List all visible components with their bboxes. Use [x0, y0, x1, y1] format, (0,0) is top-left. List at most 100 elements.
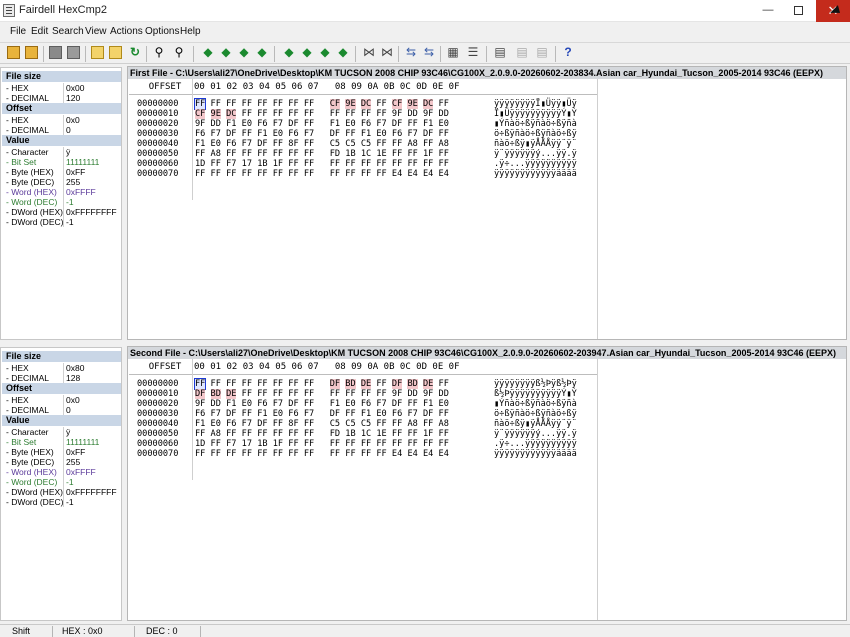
hex-byte[interactable]: FF — [423, 139, 433, 149]
hex-byte[interactable]: FF — [304, 379, 314, 389]
menu-search[interactable]: Search — [52, 26, 84, 37]
hex-byte[interactable]: FF — [439, 439, 449, 449]
hex-byte[interactable]: FF — [361, 169, 371, 179]
hex-byte[interactable]: FF — [304, 99, 314, 109]
hex-byte[interactable]: FF — [211, 449, 221, 459]
nav-down-icon[interactable]: ◆ — [300, 45, 314, 59]
hex-byte[interactable]: F7 — [407, 129, 417, 139]
hex-byte[interactable]: FF — [257, 149, 267, 159]
hex-byte[interactable]: FF — [257, 109, 267, 119]
hex-byte[interactable]: F7 — [376, 119, 386, 129]
hex-byte[interactable]: FF — [304, 389, 314, 399]
hex-byte[interactable]: FF — [288, 109, 298, 119]
hex-byte[interactable]: F7 — [304, 129, 314, 139]
hex-byte[interactable]: DD — [407, 389, 417, 399]
hex-byte[interactable]: F1 — [195, 419, 205, 429]
hex-byte[interactable]: FF — [288, 389, 298, 399]
hex-byte[interactable]: F1 — [330, 119, 340, 129]
hex-byte[interactable]: C5 — [345, 419, 355, 429]
hex-byte[interactable]: FF — [361, 389, 371, 399]
hex-byte[interactable]: E0 — [242, 119, 252, 129]
hex-byte[interactable]: F7 — [211, 129, 221, 139]
hex-byte[interactable]: F6 — [195, 409, 205, 419]
hex-byte[interactable]: FF — [211, 439, 221, 449]
hex-byte[interactable]: E4 — [392, 449, 402, 459]
hex-byte[interactable]: DF — [330, 129, 340, 139]
menu-options[interactable]: Options — [145, 26, 179, 37]
hex-byte[interactable]: DF — [226, 129, 236, 139]
hex-byte[interactable]: FF — [439, 409, 449, 419]
hex-byte[interactable]: F7 — [304, 409, 314, 419]
hex-byte[interactable]: F1 — [257, 129, 267, 139]
hex-byte[interactable]: F7 — [376, 399, 386, 409]
hex-byte[interactable]: FF — [439, 379, 449, 389]
hex-byte[interactable]: FF — [330, 449, 340, 459]
hex-byte[interactable]: FF — [392, 139, 402, 149]
hex-byte[interactable]: FF — [361, 439, 371, 449]
hex-byte[interactable]: FF — [345, 129, 355, 139]
hex-byte[interactable]: E4 — [439, 449, 449, 459]
hex-byte[interactable]: FF — [304, 399, 314, 409]
hex-byte[interactable]: DF — [226, 409, 236, 419]
hex-byte[interactable]: FF — [304, 109, 314, 119]
hex-byte[interactable]: FF — [242, 129, 252, 139]
hex-byte[interactable]: E0 — [439, 119, 449, 129]
hex-byte[interactable]: F1 — [330, 399, 340, 409]
hex-byte[interactable]: 1C — [361, 149, 371, 159]
hex-byte[interactable]: 9F — [195, 399, 205, 409]
hex-byte[interactable]: BD — [407, 379, 418, 389]
hex-byte[interactable]: FF — [193, 98, 207, 110]
hex-byte[interactable]: F1 — [423, 399, 433, 409]
hex-byte[interactable]: F7 — [407, 409, 417, 419]
hex-byte[interactable]: FF — [330, 159, 340, 169]
hex-byte[interactable]: 9E — [345, 99, 356, 109]
hex-byte[interactable]: F6 — [288, 129, 298, 139]
hex-byte[interactable]: DF — [423, 409, 433, 419]
hex-byte[interactable]: FF — [392, 419, 402, 429]
hex-byte[interactable]: FF — [288, 169, 298, 179]
hex-byte[interactable]: E0 — [273, 409, 283, 419]
hex-byte[interactable]: FF — [273, 429, 283, 439]
open-second-icon[interactable] — [25, 46, 38, 59]
hex-byte[interactable]: FF — [304, 429, 314, 439]
hex-byte[interactable]: FF — [257, 429, 267, 439]
hex-byte[interactable]: CF — [329, 99, 341, 109]
hex-byte[interactable]: 9F — [392, 389, 402, 399]
compare-alt-icon[interactable]: ⋈ — [380, 45, 394, 59]
hex-byte[interactable]: FF — [211, 379, 221, 389]
sync-right-icon[interactable]: ⇆ — [422, 45, 436, 59]
hex-byte[interactable]: FF — [392, 439, 402, 449]
hex-byte[interactable]: F6 — [392, 129, 402, 139]
hex-byte[interactable]: FF — [273, 449, 283, 459]
hex-byte[interactable]: 9F — [423, 389, 433, 399]
hex-byte[interactable]: A8 — [439, 139, 449, 149]
hex-byte[interactable]: F1 — [226, 399, 236, 409]
open-icon[interactable] — [7, 46, 20, 59]
first-file-hex-view[interactable]: First File - C:\Users\ali27\OneDrive\Des… — [127, 66, 847, 340]
hex-byte[interactable]: FF — [257, 389, 267, 399]
hex-byte[interactable]: DD — [407, 109, 417, 119]
hex-byte[interactable]: DD — [211, 119, 221, 129]
hex-byte[interactable]: 9F — [423, 109, 433, 119]
hex-byte[interactable]: FF — [439, 99, 449, 109]
hex-byte[interactable]: DC — [423, 99, 434, 109]
hex-byte[interactable]: FF — [226, 429, 236, 439]
hex-byte[interactable]: E4 — [407, 449, 417, 459]
hex-byte[interactable]: FF — [407, 439, 417, 449]
hex-byte[interactable]: FF — [304, 449, 314, 459]
hex-byte[interactable]: FF — [361, 449, 371, 459]
print-icon[interactable]: ▤ — [515, 45, 529, 59]
hex-byte[interactable]: FF — [195, 149, 205, 159]
hex-byte[interactable]: DF — [392, 119, 402, 129]
hex-byte[interactable]: FF — [226, 99, 236, 109]
jump-right-icon[interactable]: ◆ — [237, 45, 251, 59]
hex-byte[interactable]: F1 — [257, 409, 267, 419]
hex-byte[interactable]: DE — [226, 389, 237, 399]
hex-byte[interactable]: DE — [360, 379, 372, 389]
hex-byte[interactable]: C5 — [345, 139, 355, 149]
hex-byte[interactable]: 1F — [423, 149, 433, 159]
hex-byte[interactable]: FF — [376, 169, 386, 179]
hex-byte[interactable]: A8 — [439, 419, 449, 429]
hex-byte[interactable]: E0 — [376, 129, 386, 139]
hex-byte[interactable]: E4 — [423, 169, 433, 179]
